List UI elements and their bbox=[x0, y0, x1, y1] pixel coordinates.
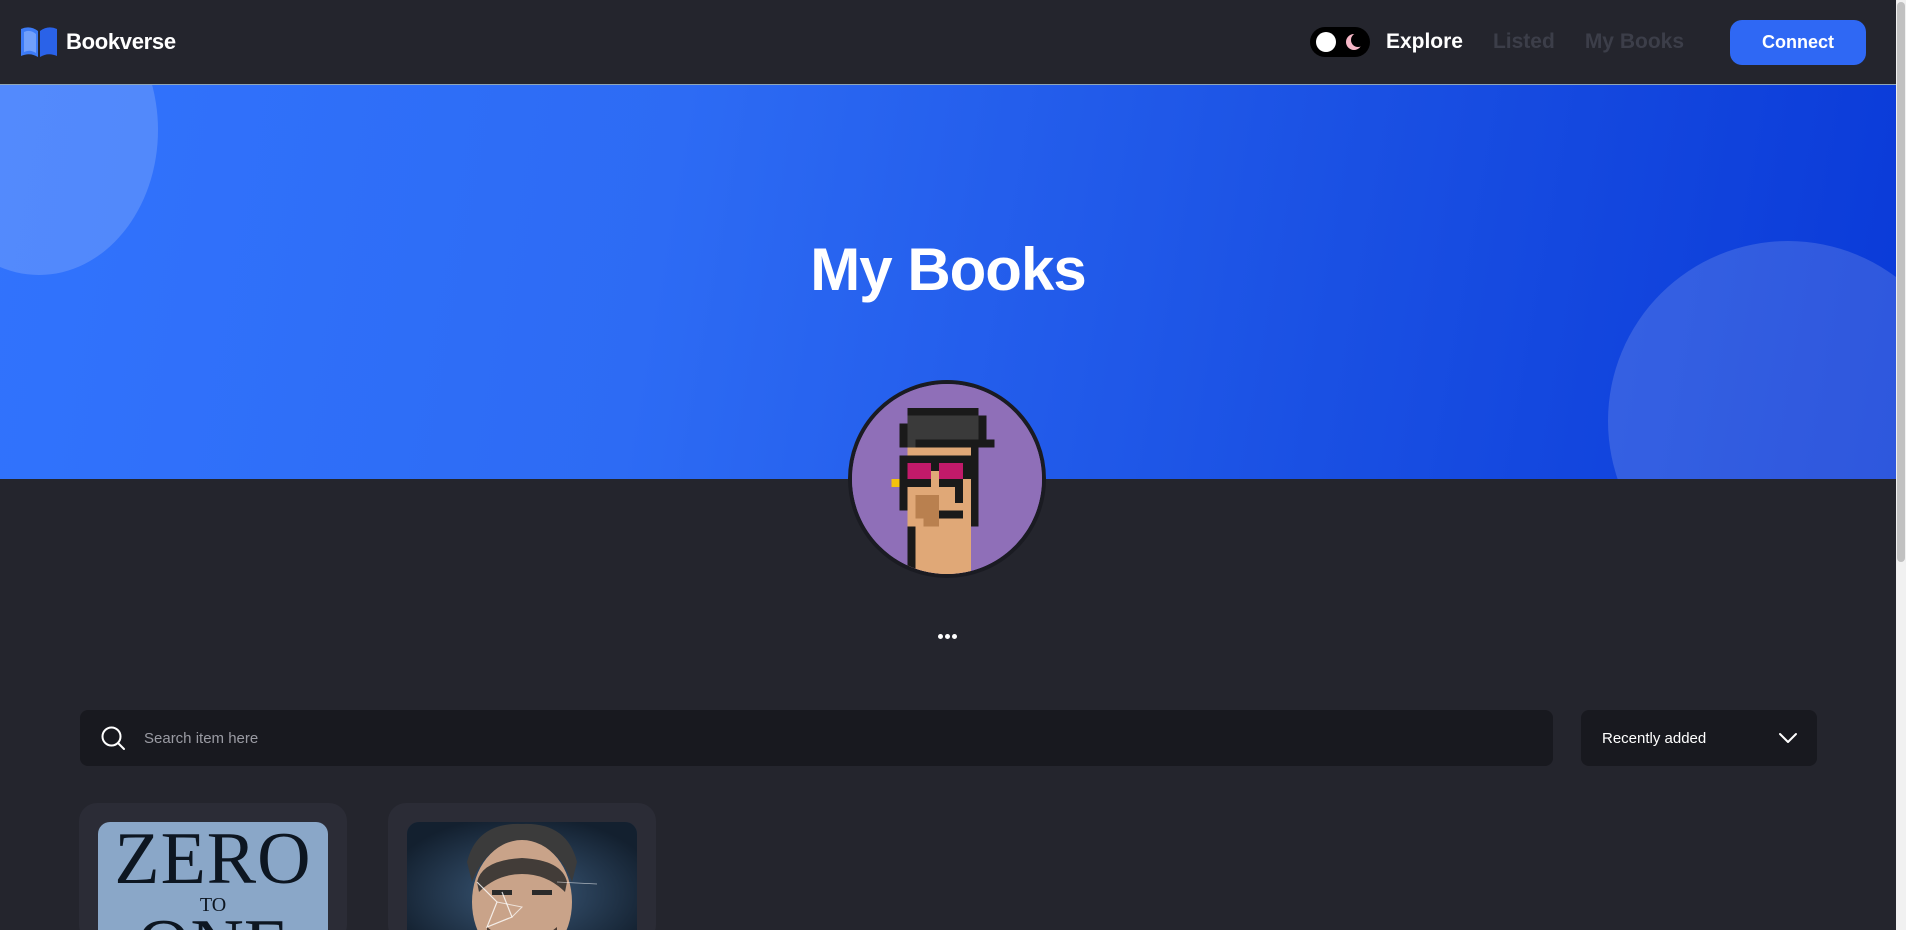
dot bbox=[951, 633, 957, 639]
book-card[interactable]: ZERO TO ONE bbox=[79, 803, 347, 930]
profile-avatar[interactable] bbox=[848, 380, 1046, 578]
book-cover bbox=[407, 822, 637, 930]
search-input[interactable] bbox=[144, 710, 1553, 766]
toggle-knob bbox=[1315, 32, 1336, 52]
pixel-punk-avatar-icon bbox=[852, 384, 1042, 574]
book-card[interactable] bbox=[388, 803, 656, 930]
portrait-cover-image bbox=[407, 822, 637, 930]
nav-link-listed[interactable]: Listed bbox=[1493, 30, 1555, 54]
sort-selected-value: Recently added bbox=[1602, 729, 1707, 747]
search-bar bbox=[80, 710, 1553, 766]
moon-icon bbox=[1345, 33, 1364, 50]
page-scrollbar[interactable] bbox=[1896, 0, 1906, 930]
dot bbox=[937, 633, 943, 639]
cover-title-2: ONE bbox=[98, 909, 328, 930]
nav-link-my-books[interactable]: My Books bbox=[1585, 30, 1684, 54]
scrollbar-thumb[interactable] bbox=[1897, 2, 1905, 562]
book-cover: ZERO TO ONE bbox=[98, 822, 328, 930]
more-dots-icon[interactable] bbox=[932, 628, 962, 644]
search-icon bbox=[101, 726, 125, 750]
nav-menu: Explore Listed My Books Connect bbox=[1309, 19, 1866, 65]
dot bbox=[944, 633, 950, 639]
brand-name: Bookverse bbox=[66, 29, 176, 54]
open-book-icon bbox=[21, 27, 57, 57]
nav-link-explore[interactable]: Explore bbox=[1386, 30, 1463, 54]
brand[interactable]: Bookverse bbox=[18, 23, 176, 61]
connect-button[interactable]: Connect bbox=[1730, 19, 1866, 65]
theme-toggle[interactable] bbox=[1309, 27, 1370, 57]
chevron-down-icon bbox=[1779, 733, 1797, 743]
cover-title: ZERO bbox=[114, 822, 312, 900]
sort-dropdown[interactable]: Recently added bbox=[1581, 710, 1817, 766]
navbar: Bookverse Explore Listed My Books Connec… bbox=[0, 0, 1896, 84]
page-title: My Books bbox=[810, 236, 1086, 303]
